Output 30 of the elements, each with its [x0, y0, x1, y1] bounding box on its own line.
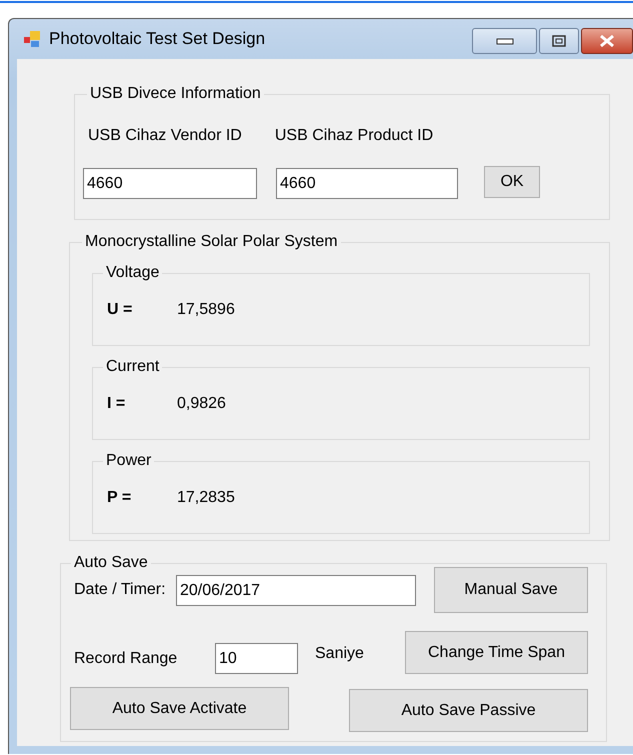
- measurement-value: 17,2835: [177, 488, 235, 508]
- manual-save-button[interactable]: Manual Save: [434, 567, 588, 613]
- measurement-value: 0,9826: [177, 394, 226, 414]
- change-time-span-button[interactable]: Change Time Span: [405, 631, 588, 674]
- measurement-symbol: U =: [107, 300, 134, 320]
- maximize-button[interactable]: [539, 28, 579, 54]
- app-icon: [23, 30, 41, 48]
- maximize-icon: [552, 35, 566, 47]
- window-title: Photovoltaic Test Set Design: [49, 29, 266, 49]
- minimize-icon: [496, 37, 514, 45]
- date-field[interactable]: 20/06/2017: [176, 575, 416, 606]
- minimize-button[interactable]: [472, 28, 537, 54]
- vendor-id-field[interactable]: 4660: [83, 168, 257, 199]
- close-icon: [599, 34, 615, 48]
- ok-button[interactable]: OK: [484, 166, 540, 198]
- auto-save-activate-button[interactable]: Auto Save Activate: [70, 687, 289, 730]
- group-title: Monocrystalline Solar Polar System: [82, 232, 341, 252]
- product-id-field[interactable]: 4660: [276, 168, 458, 199]
- field-label: Date / Timer:: [74, 580, 167, 600]
- field-label: USB Cihaz Vendor ID: [88, 126, 242, 146]
- close-button[interactable]: [581, 28, 633, 54]
- measurement-symbol: P =: [107, 488, 132, 508]
- field-label: USB Cihaz Product ID: [274, 126, 434, 146]
- record-range-field[interactable]: 10: [215, 643, 298, 674]
- field-label: Record Range: [74, 649, 178, 669]
- measurement-symbol: I =: [107, 394, 126, 414]
- group-title: Voltage: [103, 263, 162, 283]
- unit-label: Saniye: [315, 644, 365, 664]
- measurement-value: 17,5896: [177, 300, 235, 320]
- auto-save-passive-button[interactable]: Auto Save Passive: [349, 689, 588, 732]
